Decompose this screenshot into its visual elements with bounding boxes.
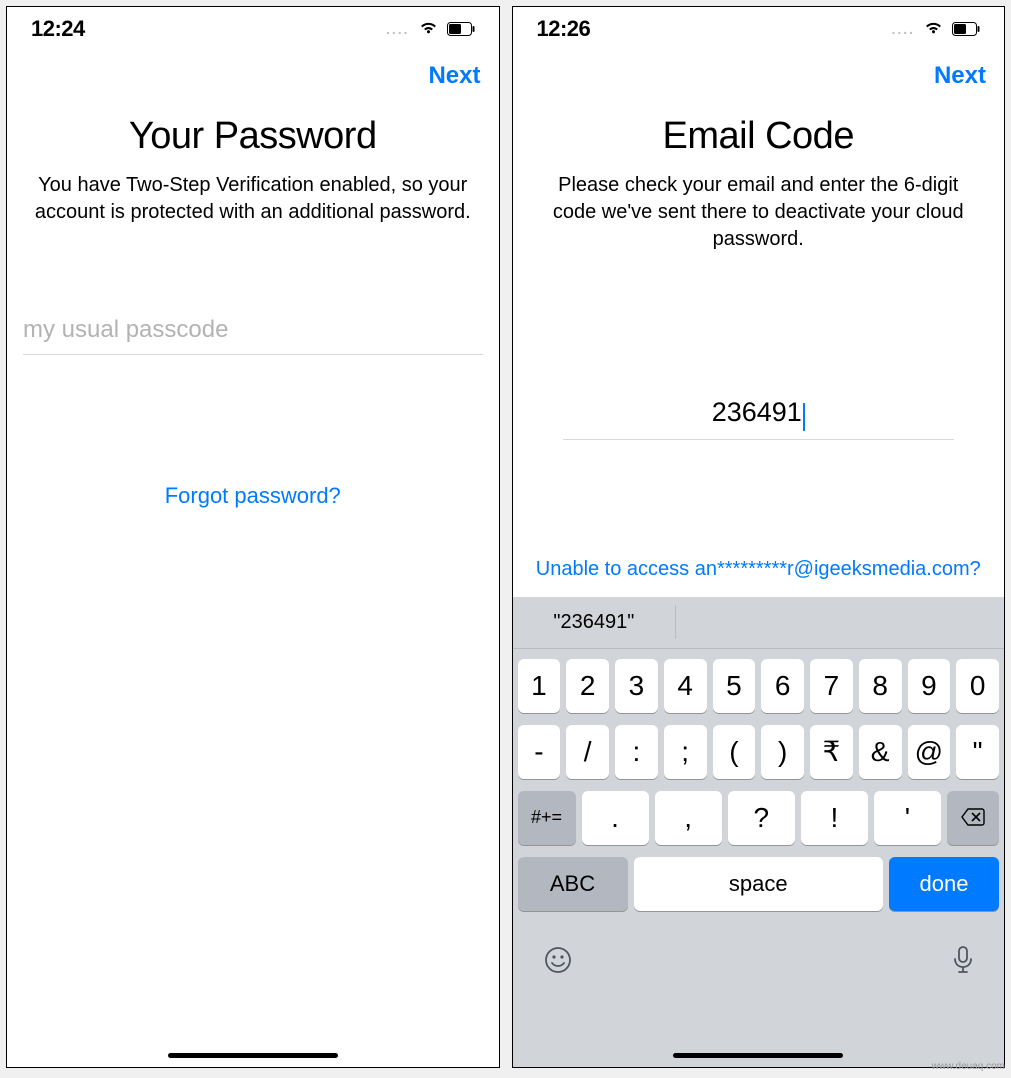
key-ampersand[interactable]: & — [859, 725, 902, 779]
key-paren-open[interactable]: ( — [713, 725, 756, 779]
key-semicolon[interactable]: ; — [664, 725, 707, 779]
battery-icon — [952, 22, 980, 36]
cellular-dots-icon: .... — [891, 21, 915, 37]
keyboard-row-2: - / : ; ( ) ₹ & @ " — [518, 725, 1000, 779]
key-period[interactable]: . — [582, 791, 649, 845]
page-title: Your Password — [7, 115, 499, 158]
keyboard-row-1: 1 2 3 4 5 6 7 8 9 0 — [518, 659, 1000, 713]
page-title: Email Code — [513, 115, 1005, 158]
next-button[interactable]: Next — [934, 62, 986, 90]
unable-to-access-link[interactable]: Unable to access an*********r@igeeksmedi… — [513, 558, 1005, 581]
status-bar: 12:26 .... — [513, 7, 1005, 51]
key-rupee[interactable]: ₹ — [810, 725, 853, 779]
key-8[interactable]: 8 — [859, 659, 902, 713]
keyboard-rows: 1 2 3 4 5 6 7 8 9 0 - / : ; ( ) ₹ & @ — [513, 649, 1005, 927]
key-slash[interactable]: / — [566, 725, 609, 779]
home-indicator[interactable] — [168, 1053, 338, 1058]
status-time: 12:24 — [31, 16, 85, 42]
microphone-icon[interactable] — [952, 945, 974, 983]
key-space[interactable]: space — [634, 857, 884, 911]
key-2[interactable]: 2 — [566, 659, 609, 713]
key-5[interactable]: 5 — [713, 659, 756, 713]
status-right: .... — [891, 19, 980, 39]
wifi-icon — [923, 19, 944, 39]
page-subtitle: You have Two-Step Verification enabled, … — [7, 158, 499, 226]
key-6[interactable]: 6 — [761, 659, 804, 713]
home-indicator[interactable] — [673, 1053, 843, 1058]
keyboard-row-4: ABC space done — [518, 857, 1000, 911]
nav-bar: Next — [513, 51, 1005, 101]
key-apostrophe[interactable]: ' — [874, 791, 941, 845]
keyboard-row-3: #+= . , ? ! ' — [518, 791, 1000, 845]
key-0[interactable]: 0 — [956, 659, 999, 713]
key-7[interactable]: 7 — [810, 659, 853, 713]
key-3[interactable]: 3 — [615, 659, 658, 713]
key-backspace[interactable] — [947, 791, 999, 845]
key-dash[interactable]: - — [518, 725, 561, 779]
key-4[interactable]: 4 — [664, 659, 707, 713]
password-input-wrap — [23, 316, 483, 355]
watermark: www.deuaq.com — [932, 1061, 1005, 1072]
key-comma[interactable]: , — [655, 791, 722, 845]
nav-bar: Next — [7, 51, 499, 101]
keyboard-bottom-row — [513, 927, 1005, 993]
emoji-icon[interactable] — [543, 945, 573, 983]
page-subtitle: Please check your email and enter the 6-… — [513, 158, 1005, 253]
cellular-dots-icon: .... — [386, 21, 410, 37]
key-abc[interactable]: ABC — [518, 857, 628, 911]
key-9[interactable]: 9 — [908, 659, 951, 713]
suggestion-bar: "236491" — [513, 597, 1005, 649]
status-right: .... — [386, 19, 475, 39]
key-quote[interactable]: " — [956, 725, 999, 779]
forgot-password-link[interactable]: Forgot password? — [7, 483, 499, 509]
key-symbols-toggle[interactable]: #+= — [518, 791, 576, 845]
status-time: 12:26 — [537, 16, 591, 42]
next-button[interactable]: Next — [428, 62, 480, 90]
key-exclaim[interactable]: ! — [801, 791, 868, 845]
text-cursor — [803, 403, 805, 431]
key-at[interactable]: @ — [908, 725, 951, 779]
key-question[interactable]: ? — [728, 791, 795, 845]
code-input[interactable]: 236491 — [712, 397, 802, 427]
status-bar: 12:24 .... — [7, 7, 499, 51]
key-1[interactable]: 1 — [518, 659, 561, 713]
battery-icon — [447, 22, 475, 36]
key-colon[interactable]: : — [615, 725, 658, 779]
key-paren-close[interactable]: ) — [761, 725, 804, 779]
wifi-icon — [418, 19, 439, 39]
phone-screen-email-code: 12:26 .... Next Email Code Please check … — [512, 6, 1006, 1068]
code-input-wrap[interactable]: 236491 — [563, 397, 955, 440]
key-done[interactable]: done — [889, 857, 999, 911]
suggestion-item[interactable]: "236491" — [513, 605, 677, 639]
password-input[interactable] — [23, 316, 483, 344]
backspace-icon — [960, 802, 986, 834]
keyboard: "236491" 1 2 3 4 5 6 7 8 9 0 - / : ; ( ) — [513, 597, 1005, 1067]
phone-screen-password: 12:24 .... Next Your Password You have T… — [6, 6, 500, 1068]
